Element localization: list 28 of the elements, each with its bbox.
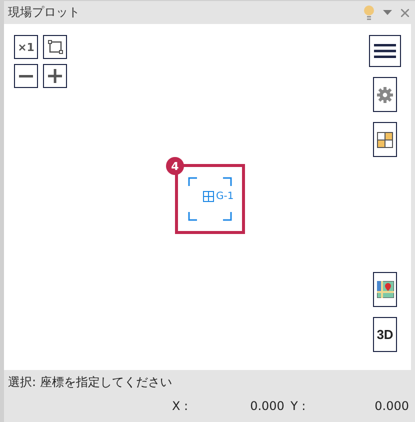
y-value: 0.000 <box>374 399 409 413</box>
grid-icon <box>377 132 393 148</box>
close-icon[interactable] <box>401 8 409 16</box>
number-badge: 4 <box>166 157 184 175</box>
x-label: X : <box>172 399 188 413</box>
grid-icon <box>203 191 214 202</box>
window-title: 現場プロット <box>8 4 80 21</box>
settings-icon <box>377 86 393 102</box>
actual-size-button[interactable]: ×1 <box>14 35 38 59</box>
plus-icon <box>48 69 62 83</box>
settings-button[interactable] <box>373 77 397 112</box>
zoom-out-button[interactable] <box>14 64 38 88</box>
layout-button[interactable] <box>373 122 397 157</box>
y-label: Y : <box>290 399 306 413</box>
marker-label: G-1 <box>216 191 234 202</box>
zoom-in-button[interactable] <box>43 64 67 88</box>
x-value: 0.000 <box>250 399 284 413</box>
status-message: 選択: 座標を指定してください <box>8 374 173 391</box>
dropdown-icon[interactable] <box>383 10 392 15</box>
map-icon <box>376 281 394 298</box>
fit-view-button[interactable] <box>43 35 67 59</box>
frame-icon <box>48 40 62 54</box>
minus-icon <box>19 74 33 78</box>
3d-view-button[interactable]: 3D <box>373 317 397 352</box>
target-brackets-icon <box>188 177 232 221</box>
map-button[interactable] <box>373 272 397 307</box>
menu-button[interactable] <box>369 35 401 67</box>
menu-icon <box>374 44 396 58</box>
